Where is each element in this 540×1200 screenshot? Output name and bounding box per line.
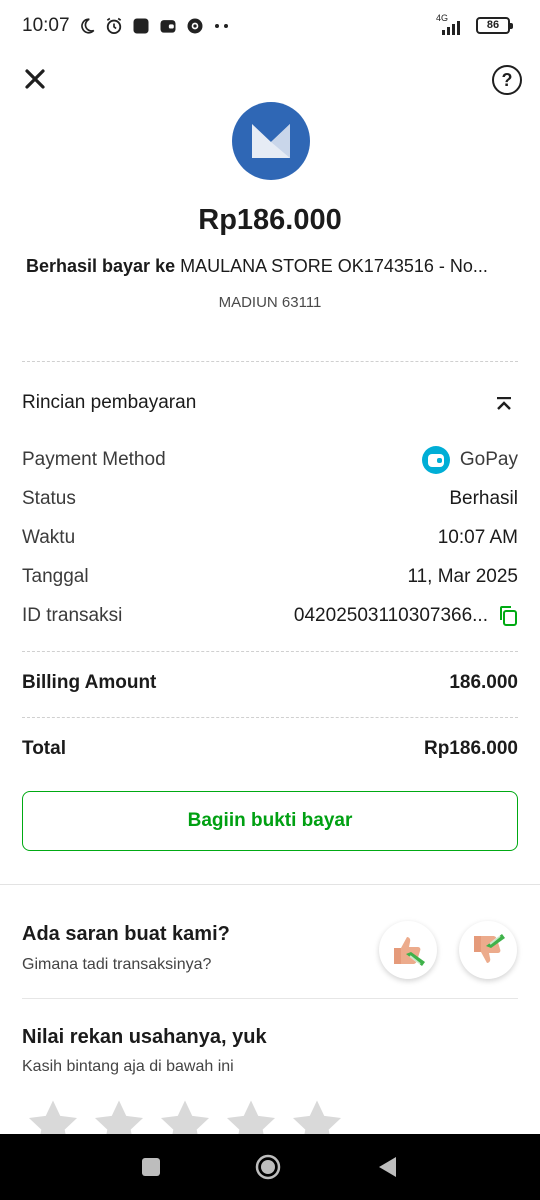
merchant-name: MAULANA STORE OK1743516 - No... — [180, 256, 488, 276]
time-label: Waktu — [22, 527, 76, 548]
status-row: Status Berhasil — [22, 485, 518, 513]
transaction-id-label: ID transaksi — [22, 605, 123, 626]
payment-method-row: Payment Method GoPay — [22, 446, 518, 474]
status-time: 10:07 — [22, 15, 70, 36]
signal-icon: 4G — [434, 13, 468, 35]
details-section-title: Rincian pembayaran — [22, 392, 197, 413]
feedback-title: Ada saran buat kami? — [22, 923, 230, 945]
divider — [22, 998, 518, 999]
recents-button[interactable] — [138, 1154, 164, 1180]
date-row: Tanggal 11, Mar 2025 — [22, 563, 518, 591]
total-label: Total — [22, 738, 66, 759]
divider — [22, 361, 518, 362]
billing-amount-value: 186.000 — [449, 672, 518, 693]
more-notifications-icon — [211, 15, 233, 37]
transaction-id-row: ID transaksi 04202503110307366... — [22, 602, 518, 630]
app-notification-icon — [130, 15, 152, 37]
battery-level: 86 — [486, 19, 500, 31]
thumbs-down-button[interactable] — [459, 921, 517, 979]
copy-icon[interactable] — [498, 605, 518, 627]
target-notification-icon — [184, 15, 206, 37]
payment-amount: Rp186.000 — [198, 204, 342, 236]
chevron-up-icon — [497, 397, 511, 410]
status-bar: 10:07 4G 86 — [0, 0, 540, 52]
help-button[interactable]: ? — [492, 65, 522, 95]
moon-icon — [76, 15, 98, 37]
system-nav-bar — [0, 1134, 540, 1200]
close-button[interactable] — [20, 64, 50, 94]
transaction-id-value-wrap: 04202503110307366... — [294, 605, 518, 627]
recents-icon — [142, 1158, 160, 1176]
merchant-city: MADIUN 63111 — [218, 294, 322, 311]
status-value: Berhasil — [449, 488, 518, 509]
wallet-notification-icon — [157, 15, 179, 37]
collapse-details-button[interactable] — [492, 392, 516, 416]
back-icon — [379, 1157, 396, 1177]
payment-method-label: Payment Method — [22, 449, 166, 470]
billing-amount-label: Billing Amount — [22, 672, 157, 693]
rating-title: Nilai rekan usahanya, yuk — [22, 1026, 267, 1048]
feedback-subtitle: Gimana tadi transaksinya? — [22, 956, 212, 973]
billing-amount-row: Billing Amount 186.000 — [22, 669, 518, 697]
section-divider — [0, 884, 540, 885]
payment-method-value: GoPay — [421, 446, 518, 474]
paid-to-text: Berhasil bayar ke MAULANA STORE OK174351… — [26, 256, 516, 277]
close-icon — [25, 69, 45, 89]
thumbs-up-button[interactable] — [379, 921, 437, 979]
home-icon — [255, 1154, 281, 1180]
date-value: 11, Mar 2025 — [407, 566, 518, 587]
rating-subtitle: Kasih bintang aja di bawah ini — [22, 1058, 234, 1075]
home-button[interactable] — [255, 1154, 281, 1180]
divider — [22, 717, 518, 718]
status-label: Status — [22, 488, 76, 509]
total-row: Total Rp186.000 — [22, 735, 518, 763]
help-icon: ? — [501, 69, 513, 90]
divider — [22, 651, 518, 652]
total-value: Rp186.000 — [423, 738, 518, 759]
merchant-logo — [232, 102, 310, 180]
gopay-icon — [421, 446, 450, 474]
share-receipt-button[interactable]: Bagiin bukti bayar — [22, 791, 518, 851]
gopay-label: GoPay — [459, 449, 518, 470]
time-value: 10:07 AM — [437, 527, 518, 548]
back-button[interactable] — [374, 1154, 400, 1180]
thumbs-down-icon — [474, 934, 505, 963]
battery-icon: 86 — [476, 16, 513, 34]
alarm-icon — [103, 15, 125, 37]
status-right: 4G 86 — [434, 13, 513, 35]
date-label: Tanggal — [22, 566, 89, 587]
thumbs-up-icon — [394, 937, 425, 966]
paid-prefix: Berhasil bayar ke — [26, 256, 181, 276]
time-row: Waktu 10:07 AM — [22, 524, 518, 552]
transaction-id-value: 04202503110307366... — [293, 605, 488, 626]
